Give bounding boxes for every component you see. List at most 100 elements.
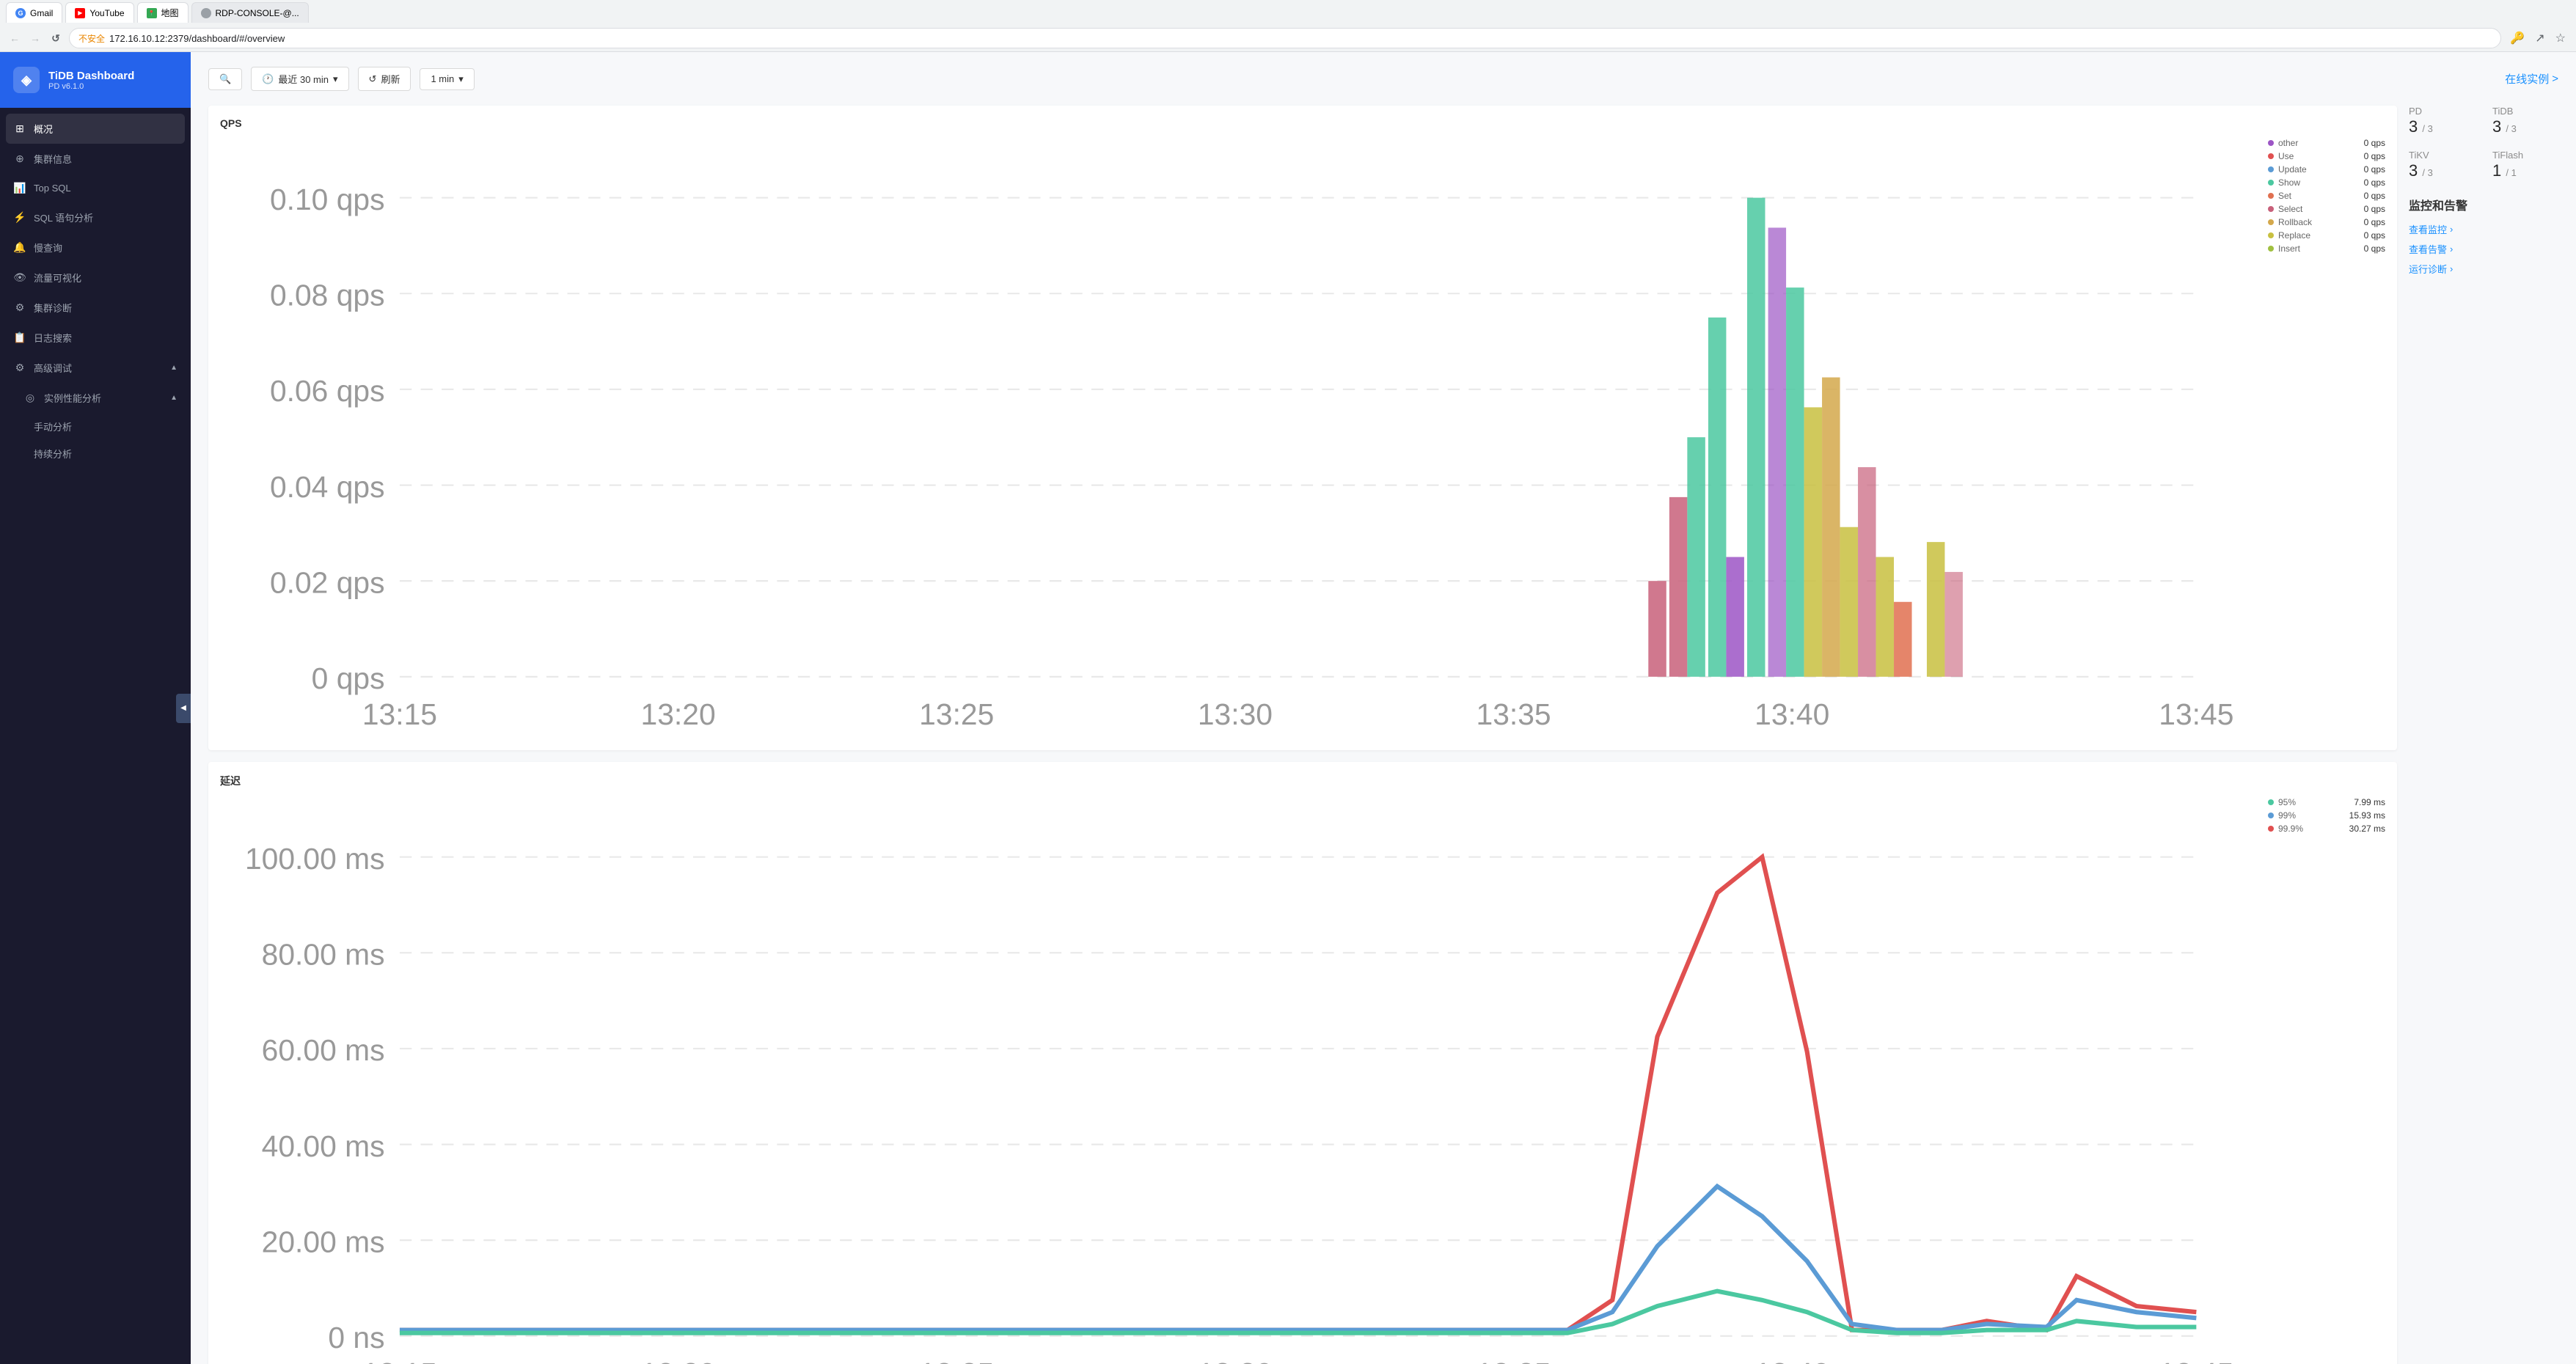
legend-value-update: 0 qps [2364,164,2385,175]
legend-value-set: 0 qps [2364,191,2385,201]
back-button[interactable]: ← [7,31,22,45]
legend-label-use: Use [2278,151,2294,161]
legend-dot-rollback [2268,219,2274,225]
refresh-button[interactable]: ↺ 刷新 [358,67,411,91]
tidb-label: TiDB [2492,106,2558,117]
svg-text:0.04 qps: 0.04 qps [270,470,385,504]
sidebar-item-continuous-analysis[interactable]: 持续分析 [0,440,191,467]
sidebar-item-traffic[interactable]: 👁 流量可视化 [0,263,191,293]
sidebar-item-cluster[interactable]: ⊕ 集群信息 [0,144,191,174]
run-diagnosis-link[interactable]: 运行诊断 › [2409,262,2558,276]
tab-label-youtube: YouTube [89,8,124,18]
view-alerts-link[interactable]: 查看告警 › [2409,242,2558,256]
sidebar-item-slow-query[interactable]: 🔔 慢查询 [0,232,191,263]
svg-text:13:40: 13:40 [1754,697,1829,731]
tidb-logo-icon: ◈ [13,67,40,93]
time-range-button[interactable]: 🕐 最近 30 min ▾ [251,67,348,91]
slow-query-icon: 🔔 [13,241,26,254]
svg-text:0 qps: 0 qps [312,661,385,695]
browser-tabs: G Gmail ▶ YouTube 📍 地图 RDP-CONSOLE-@... [0,0,2576,25]
bookmark-icon[interactable]: ☆ [2553,28,2569,48]
legend-label-p95: 95% [2278,797,2296,807]
svg-text:13:25: 13:25 [919,697,994,731]
sidebar-item-label-manual: 手动分析 [34,422,72,433]
gmail-favicon: G [15,8,26,18]
address-bar[interactable]: 不安全 172.16.10.12:2379/dashboard/#/overvi… [69,28,2501,48]
view-monitoring-arrow: › [2450,224,2453,235]
sidebar-item-log-search[interactable]: 📋 日志搜索 [0,323,191,353]
view-alerts-arrow: › [2450,243,2453,254]
sidebar-item-overview[interactable]: ⊞ 概况 [6,114,185,144]
sidebar-item-diagnosis[interactable]: ⚙ 集群诊断 [0,293,191,323]
sidebar-logo-text: TiDB Dashboard PD v6.1.0 [48,70,134,91]
sql-icon: ⚡ [13,211,26,224]
tab-label-gmail: Gmail [30,8,53,18]
share-icon[interactable]: ↗ [2532,28,2547,48]
sidebar-item-label-advanced: 高级调试 [34,361,72,375]
legend-dot-other [2268,140,2274,146]
pd-stat: PD 3 / 3 [2409,106,2475,138]
legend-item-other: other 0 qps [2268,138,2385,148]
sidebar-item-label-log: 日志搜索 [34,331,72,345]
time-range-arrow: ▾ [333,73,338,85]
legend-value-use: 0 qps [2364,151,2385,161]
tikv-label: TiKV [2409,150,2475,161]
topsql-icon: 📊 [13,182,26,194]
qps-chart-area: 0.10 qps 0.08 qps 0.06 qps 0.04 qps 0.02… [220,138,2385,738]
sidebar-item-advanced[interactable]: ⚙ 高级调试 ▲ [0,353,191,383]
qps-chart-plot: 0.10 qps 0.08 qps 0.06 qps 0.04 qps 0.02… [220,138,2256,738]
legend-item-p99: 99% 15.93 ms [2268,810,2385,821]
online-instances-link[interactable]: 在线实例 > [2505,71,2558,87]
charts-panel: QPS 0.10 [208,106,2397,1364]
time-range-label: 最近 30 min [278,72,329,86]
zoom-button[interactable]: 🔍 [208,68,242,90]
view-alerts-label: 查看告警 [2409,242,2447,256]
latency-chart-title: 延迟 [220,774,2385,788]
online-instances-arrow: > [2552,73,2558,85]
app-subtitle: PD v6.1.0 [48,82,134,91]
legend-dot-set [2268,193,2274,199]
legend-value-p999: 30.27 ms [2349,824,2385,834]
legend-label-rollback: Rollback [2278,217,2312,227]
refresh-button[interactable]: ↺ [48,31,63,45]
right-panel: PD 3 / 3 TiDB 3 / 3 TiKV 3 / 3 TiFlash 1… [2397,106,2558,1364]
legend-item-p999: 99.9% 30.27 ms [2268,824,2385,834]
legend-label-insert: Insert [2278,243,2300,254]
legend-value-show: 0 qps [2364,177,2385,188]
sidebar-item-manual-analysis[interactable]: 手动分析 [0,413,191,440]
legend-value-insert: 0 qps [2364,243,2385,254]
sidebar-collapse-button[interactable]: ◀ [176,694,191,723]
tab-label-maps: 地图 [161,7,179,19]
legend-item-set: Set 0 qps [2268,191,2385,201]
qps-legend: other 0 qps Use 0 qps Update [2268,138,2385,738]
monitoring-title: 监控和告警 [2409,196,2558,213]
key-icon[interactable]: 🔑 [2507,28,2528,48]
sidebar-item-sql-analysis[interactable]: ⚡ SQL 语句分析 [0,202,191,232]
legend-dot-p99 [2268,813,2274,818]
legend-dot-p95 [2268,799,2274,805]
sidebar-item-instance-perf[interactable]: ◎ 实例性能分析 ▲ [0,383,191,413]
tab-label-rdp: RDP-CONSOLE-@... [216,8,299,18]
rdp-favicon [201,8,211,18]
refresh-interval-button[interactable]: 1 min ▾ [420,68,474,90]
cluster-icon: ⊕ [13,153,26,165]
tab-maps[interactable]: 📍 地图 [137,2,189,23]
sidebar-item-topsql[interactable]: 📊 Top SQL [0,174,191,202]
zoom-icon: 🔍 [219,73,231,85]
legend-dot-p999 [2268,826,2274,832]
latency-chart-plot: 100.00 ms 80.00 ms 60.00 ms 40.00 ms 20.… [220,797,2256,1364]
tab-gmail[interactable]: G Gmail [6,2,62,23]
tab-youtube[interactable]: ▶ YouTube [65,2,133,23]
view-monitoring-link[interactable]: 查看监控 › [2409,222,2558,236]
tab-rdp[interactable]: RDP-CONSOLE-@... [191,2,309,23]
svg-text:80.00 ms: 80.00 ms [262,938,385,972]
clock-icon: 🕐 [262,73,274,85]
qps-chart-card: QPS 0.10 [208,106,2397,750]
sidebar-nav: ⊞ 概况 ⊕ 集群信息 📊 Top SQL ⚡ SQL 语句分析 🔔 慢查询 👁 [0,108,191,1364]
forward-button[interactable]: → [28,31,43,45]
legend-item-p95: 95% 7.99 ms [2268,797,2385,807]
sidebar-item-label-instance-perf: 实例性能分析 [44,391,101,405]
legend-value-p95: 7.99 ms [2354,797,2385,807]
instance-perf-icon: ◎ [23,392,37,404]
refresh-label: 刷新 [381,72,400,86]
